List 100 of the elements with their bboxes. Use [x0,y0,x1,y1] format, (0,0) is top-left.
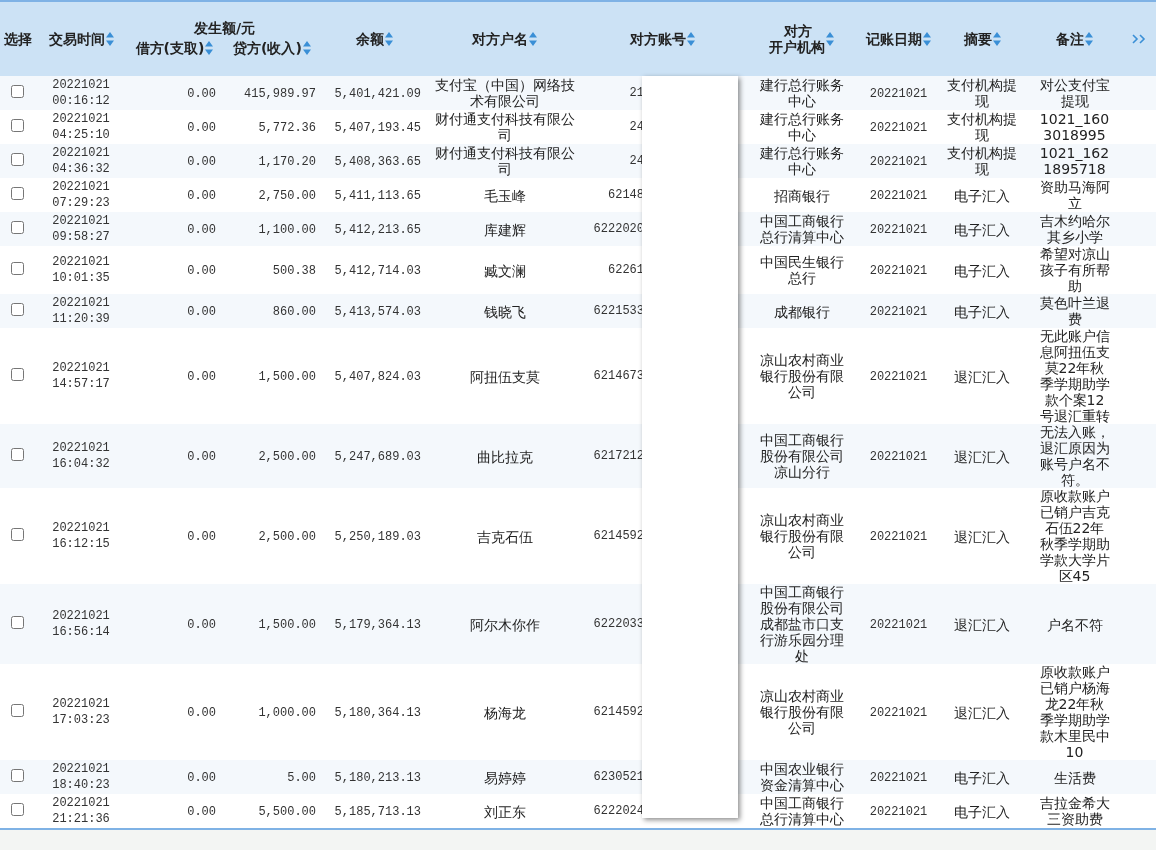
transaction-time: 20221021 16:56:14 [52,608,110,640]
sort-icon[interactable] [529,32,537,46]
sort-icon[interactable] [105,32,114,46]
balance-amount: 5,180,364.13 [334,706,421,720]
payee-name: 刘正东 [482,803,527,820]
balance-amount: 5,407,824.03 [334,370,421,384]
payee-name: 阿扭伍支莫 [468,368,541,385]
balance-amount: 5,185,713.13 [334,805,421,819]
balance-amount: 5,411,113.65 [334,189,421,203]
sort-icon[interactable] [992,32,1001,46]
credit-amount: 2,500.00 [258,530,316,544]
payee-name: 杨海龙 [482,704,527,721]
payee-name: 钱晓飞 [482,303,527,320]
debit-amount: 0.00 [187,189,216,203]
note-text: 资助马海阿立 [1038,179,1111,211]
column-header[interactable]: 选择 [3,31,32,47]
column-header[interactable]: 摘要 [963,31,1001,47]
credit-amount: 860.00 [272,305,316,319]
transaction-time: 20221021 16:04:32 [52,440,110,472]
debit-amount: 0.00 [187,305,216,319]
double-chevron-icon[interactable] [1132,34,1146,44]
note-text: 莫色叶兰退费 [1038,295,1111,327]
row-checkbox[interactable] [11,303,24,316]
payee-name: 阿尔木你作 [468,616,541,633]
posting-date: 20221021 [869,121,928,135]
row-checkbox[interactable] [11,187,24,200]
payee-name: 易婷婷 [482,769,527,786]
row-checkbox[interactable] [11,616,24,629]
row-checkbox[interactable] [11,262,24,275]
posting-date: 20221021 [869,370,928,384]
column-header[interactable]: 余额 [356,31,393,47]
row-checkbox[interactable] [11,85,24,98]
note-text: 原收款账户已销户吉克石伍22年秋季学期助学款大学片区45 [1038,488,1111,584]
summary-text: 电子汇入 [953,769,1011,786]
row-checkbox[interactable] [11,119,24,132]
row-checkbox[interactable] [11,448,24,461]
column-header[interactable]: 备注 [1056,31,1093,47]
account-number: 6222033 [592,616,644,632]
account-number: 21 [628,85,644,101]
payee-name: 吉克石伍 [475,528,534,545]
note-text: 无法入账，退汇原因为账号户名不符。 [1038,424,1111,488]
transaction-time: 20221021 09:58:27 [52,213,110,245]
transaction-time: 20221021 16:12:15 [52,520,110,552]
note-text: 希望对凉山孩子有所帮助 [1038,246,1111,294]
row-checkbox[interactable] [11,528,24,541]
balance-amount: 5,413,574.03 [334,305,421,319]
bank-name: 建行总行账务中心 [758,77,845,109]
payee-name: 支付宝（中国）网络技术有限公司 [433,77,576,109]
summary-text: 支付机构提现 [946,145,1018,177]
sort-icon[interactable] [302,41,311,55]
payee-name: 毛玉峰 [482,187,527,204]
sort-icon[interactable] [385,32,393,46]
transaction-time: 20221021 21:21:36 [52,795,110,827]
row-checkbox[interactable] [11,704,24,717]
sort-icon[interactable] [1085,32,1093,46]
posting-date: 20221021 [869,264,928,278]
payee-name: 臧文澜 [482,262,527,279]
debit-amount: 0.00 [187,618,216,632]
posting-date: 20221021 [869,87,928,101]
note-text: 1021_1621895718 [1038,145,1111,177]
bank-name: 中国工商银行股份有限公司凉山分行 [758,432,845,480]
credit-amount: 500.38 [272,264,316,278]
row-checkbox[interactable] [11,769,24,782]
row-checkbox[interactable] [11,221,24,234]
summary-text: 退汇汇入 [953,448,1011,465]
balance-amount: 5,408,363.65 [334,155,421,169]
column-header[interactable]: 对方账号 [630,31,695,47]
note-text: 1021_1603018995 [1038,111,1111,143]
credit-amount: 1,500.00 [258,618,316,632]
sort-icon[interactable] [687,32,695,46]
column-header[interactable]: 对方户名 [472,31,537,47]
balance-amount: 5,180,213.13 [334,771,421,785]
debit-amount: 0.00 [187,223,216,237]
row-checkbox[interactable] [11,803,24,816]
balance-amount: 5,401,421.09 [334,87,421,101]
credit-amount: 1,170.20 [258,155,316,169]
posting-date: 20221021 [869,706,928,720]
credit-amount: 415,989.97 [244,87,316,101]
posting-date: 20221021 [869,530,928,544]
transaction-time: 20221021 17:03:23 [52,696,110,728]
balance-amount: 5,412,714.03 [334,264,421,278]
row-checkbox[interactable] [11,368,24,381]
column-header[interactable]: 交易时间 [48,31,114,47]
balance-amount: 5,179,364.13 [334,618,421,632]
sort-icon[interactable] [923,32,931,46]
note-text: 对公支付宝提现 [1038,77,1111,109]
credit-amount: 2,750.00 [258,189,316,203]
posting-date: 20221021 [869,189,928,203]
posting-date: 20221021 [869,805,928,819]
column-group-header: 发生额/元 [193,20,256,36]
row-checkbox[interactable] [11,153,24,166]
column-header[interactable]: 记账日期 [866,31,931,47]
note-text: 吉拉金希大三资助费 [1038,795,1111,827]
posting-date: 20221021 [869,618,928,632]
balance-amount: 5,407,193.45 [334,121,421,135]
transaction-time: 20221021 04:36:32 [52,145,110,177]
sort-icon[interactable] [826,32,834,46]
sort-icon[interactable] [205,41,214,55]
credit-amount: 2,500.00 [258,450,316,464]
summary-text: 退汇汇入 [953,704,1011,721]
